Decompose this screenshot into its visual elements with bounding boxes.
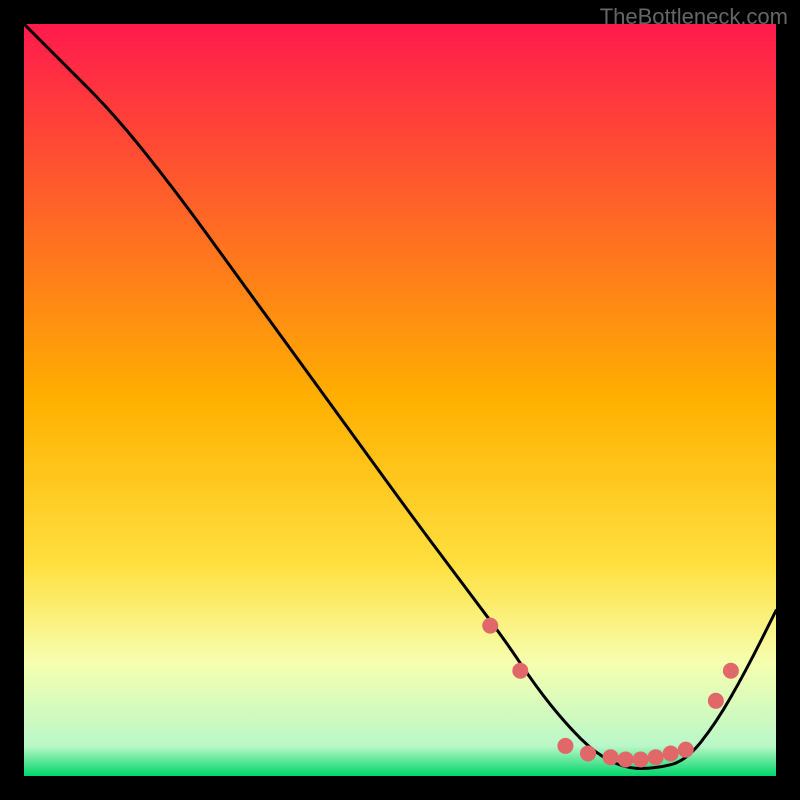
marker-point	[618, 751, 634, 767]
marker-point	[678, 742, 694, 758]
marker-point	[708, 693, 724, 709]
marker-point	[663, 745, 679, 761]
marker-point	[512, 663, 528, 679]
plot-area	[24, 24, 776, 776]
marker-point	[482, 618, 498, 634]
bottleneck-curve	[24, 24, 776, 768]
curve-layer	[24, 24, 776, 776]
watermark-text: TheBottleneck.com	[600, 4, 788, 30]
marker-point	[633, 751, 649, 767]
marker-point	[580, 745, 596, 761]
marker-point	[648, 749, 664, 765]
plot-frame	[24, 24, 776, 776]
marker-point	[603, 749, 619, 765]
marker-point	[723, 663, 739, 679]
marker-point	[557, 738, 573, 754]
